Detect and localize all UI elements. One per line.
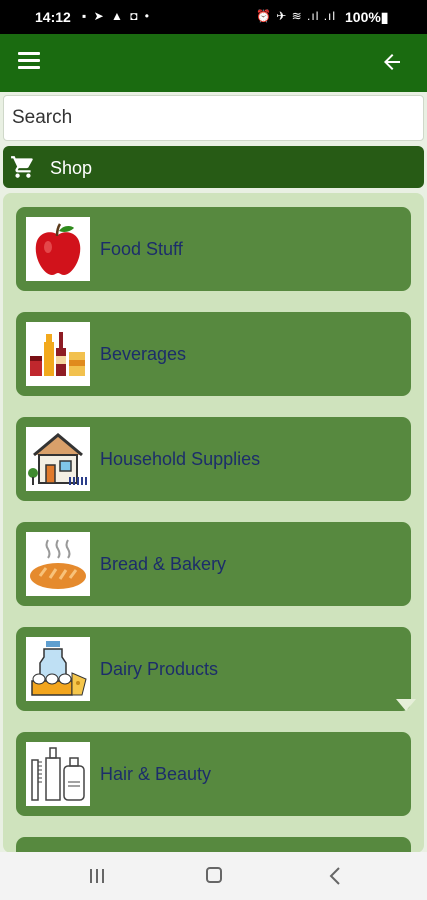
home-icon[interactable] xyxy=(206,867,222,883)
system-nav-bar xyxy=(0,852,427,900)
battery-indicator: 100%▮ xyxy=(345,9,389,25)
beauty-icon xyxy=(31,747,85,801)
category-thumbnail xyxy=(26,322,90,386)
category-household-supplies[interactable]: Household Supplies xyxy=(16,417,411,501)
category-thumbnail xyxy=(26,532,90,596)
category-label: Dairy Products xyxy=(100,659,219,679)
status-bar: 14:12 ▪ ➤ ▲ ◘ • ⏰ ✈ ≋ .ıl .ıl 100%▮ xyxy=(0,0,427,34)
category-beverages[interactable]: Beverages xyxy=(16,312,411,396)
shopping-cart-icon xyxy=(11,156,33,178)
category-thumbnail xyxy=(26,217,90,281)
house-icon xyxy=(28,433,87,485)
nav-back-icon[interactable] xyxy=(328,866,342,886)
category-dairy-products[interactable]: Dairy Products xyxy=(16,627,411,711)
shop-header[interactable]: Shop xyxy=(3,146,424,188)
arrow-left-icon[interactable] xyxy=(380,50,404,74)
system-icons: ⏰ ✈ ≋ .ıl .ıl xyxy=(256,9,337,23)
app-bar xyxy=(0,34,427,92)
category-hair-beauty[interactable]: Hair & Beauty xyxy=(16,732,411,816)
category-label: Beverages xyxy=(100,344,187,364)
category-food-stuff[interactable]: Food Stuff xyxy=(16,207,411,291)
category-label: Bread & Bakery xyxy=(100,554,227,574)
beverages-icon xyxy=(30,332,85,376)
notification-icons: ▪ ➤ ▲ ◘ • xyxy=(82,9,151,23)
scroll-indicator-icon xyxy=(396,699,416,711)
category-thumbnail xyxy=(26,637,90,701)
status-time: 14:12 xyxy=(35,9,71,25)
category-label: Hair & Beauty xyxy=(100,764,212,784)
category-label: Household Supplies xyxy=(100,449,261,469)
category-thumbnail xyxy=(26,742,90,806)
recent-apps-icon[interactable] xyxy=(88,868,106,884)
category-bread-bakery[interactable]: Bread & Bakery xyxy=(16,522,411,606)
dairy-icon xyxy=(31,641,87,696)
category-label: Food Stuff xyxy=(100,239,183,259)
search-input[interactable] xyxy=(4,96,423,140)
category-list[interactable]: Food Stuff Beverages Household Supplies … xyxy=(3,193,424,853)
bread-icon xyxy=(30,539,86,589)
category-thumbnail xyxy=(26,427,90,491)
hamburger-menu-icon[interactable] xyxy=(18,52,40,70)
apple-icon xyxy=(35,223,81,275)
shop-label: Shop xyxy=(50,158,93,178)
search-box xyxy=(3,95,424,141)
category-partial[interactable] xyxy=(16,837,411,853)
